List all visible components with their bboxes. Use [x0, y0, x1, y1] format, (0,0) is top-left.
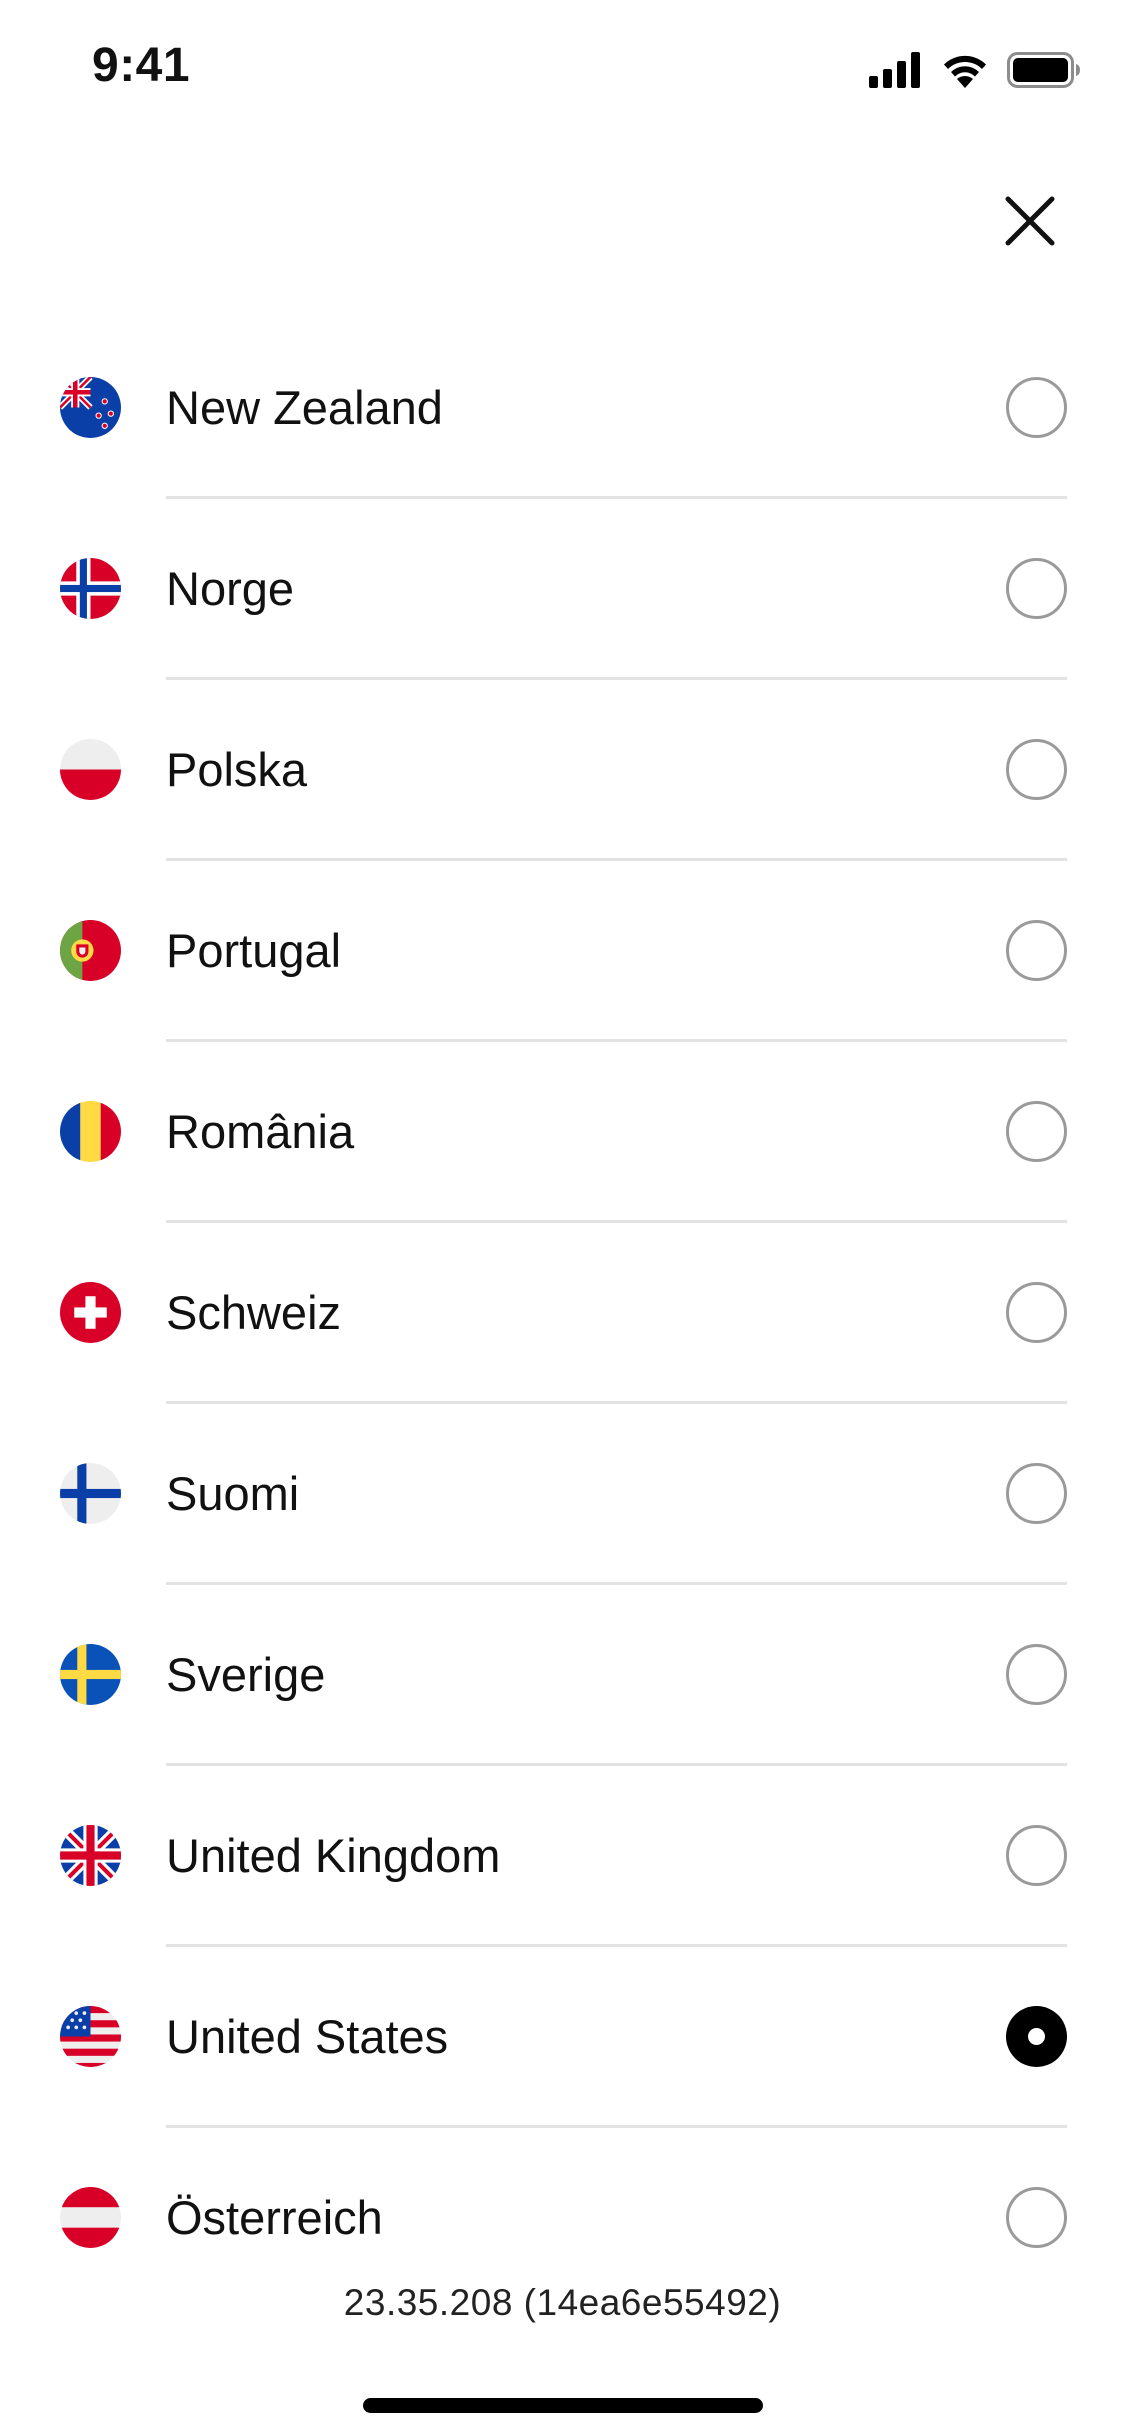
- radio-button[interactable]: [1006, 920, 1067, 981]
- portugal-flag-icon: [60, 920, 121, 981]
- radio-button[interactable]: [1006, 1463, 1067, 1524]
- radio-button[interactable]: [1006, 1825, 1067, 1886]
- sweden-flag-icon: [60, 1644, 121, 1705]
- united-kingdom-flag-icon: [60, 1825, 121, 1886]
- status-icons: [869, 48, 1081, 92]
- radio-button[interactable]: [1006, 1101, 1067, 1162]
- status-time: 9:41: [92, 39, 191, 92]
- country-label: New Zealand: [166, 381, 443, 434]
- country-label: Polska: [166, 743, 308, 796]
- new-zealand-flag-icon: [60, 377, 121, 438]
- country-selector-screen: 9:41 New Zealand Norge Polska Portugal R…: [0, 0, 1125, 2436]
- country-row-united-kingdom[interactable]: United Kingdom: [0, 1766, 1125, 1947]
- status-bar: 9:41: [0, 0, 1125, 140]
- wifi-icon: [941, 52, 989, 88]
- country-row-polska[interactable]: Polska: [0, 680, 1125, 861]
- finland-flag-icon: [60, 1463, 121, 1524]
- country-row-sverige[interactable]: Sverige: [0, 1585, 1125, 1766]
- cellular-signal-icon: [869, 52, 923, 88]
- norway-flag-icon: [60, 558, 121, 619]
- close-icon: [1005, 196, 1055, 251]
- country-label: United Kingdom: [166, 1829, 501, 1882]
- app-version: 23.35.208 (14ea6e55492): [343, 2282, 782, 2323]
- radio-button[interactable]: [1006, 1282, 1067, 1343]
- country-label: Norge: [166, 562, 295, 615]
- country-row-new-zealand[interactable]: New Zealand: [0, 318, 1125, 499]
- country-row-romania[interactable]: România: [0, 1042, 1125, 1223]
- romania-flag-icon: [60, 1101, 121, 1162]
- country-row-norge[interactable]: Norge: [0, 499, 1125, 680]
- country-label: România: [166, 1105, 355, 1158]
- switzerland-flag-icon: [60, 1282, 121, 1343]
- radio-button-selected[interactable]: [1006, 2006, 1067, 2067]
- country-row-portugal[interactable]: Portugal: [0, 861, 1125, 1042]
- austria-flag-icon: [60, 2187, 121, 2248]
- country-row-schweiz[interactable]: Schweiz: [0, 1223, 1125, 1404]
- radio-button[interactable]: [1006, 558, 1067, 619]
- radio-button[interactable]: [1006, 1644, 1067, 1705]
- country-row-suomi[interactable]: Suomi: [0, 1404, 1125, 1585]
- country-label: Suomi: [166, 1467, 300, 1520]
- radio-button[interactable]: [1006, 377, 1067, 438]
- country-row-united-states[interactable]: United States: [0, 1947, 1125, 2128]
- close-button[interactable]: [995, 188, 1065, 258]
- radio-button[interactable]: [1006, 2187, 1067, 2248]
- country-label: Österreich: [166, 2191, 383, 2244]
- poland-flag-icon: [60, 739, 121, 800]
- radio-button[interactable]: [1006, 739, 1067, 800]
- country-list: New Zealand Norge Polska Portugal Români…: [0, 318, 1125, 2309]
- country-label: Sverige: [166, 1648, 326, 1701]
- country-label: United States: [166, 2010, 449, 2063]
- united-states-flag-icon: [60, 2006, 121, 2067]
- home-indicator[interactable]: [363, 2398, 763, 2413]
- country-label: Portugal: [166, 924, 342, 977]
- country-label: Schweiz: [166, 1286, 342, 1339]
- battery-icon: [1007, 52, 1081, 88]
